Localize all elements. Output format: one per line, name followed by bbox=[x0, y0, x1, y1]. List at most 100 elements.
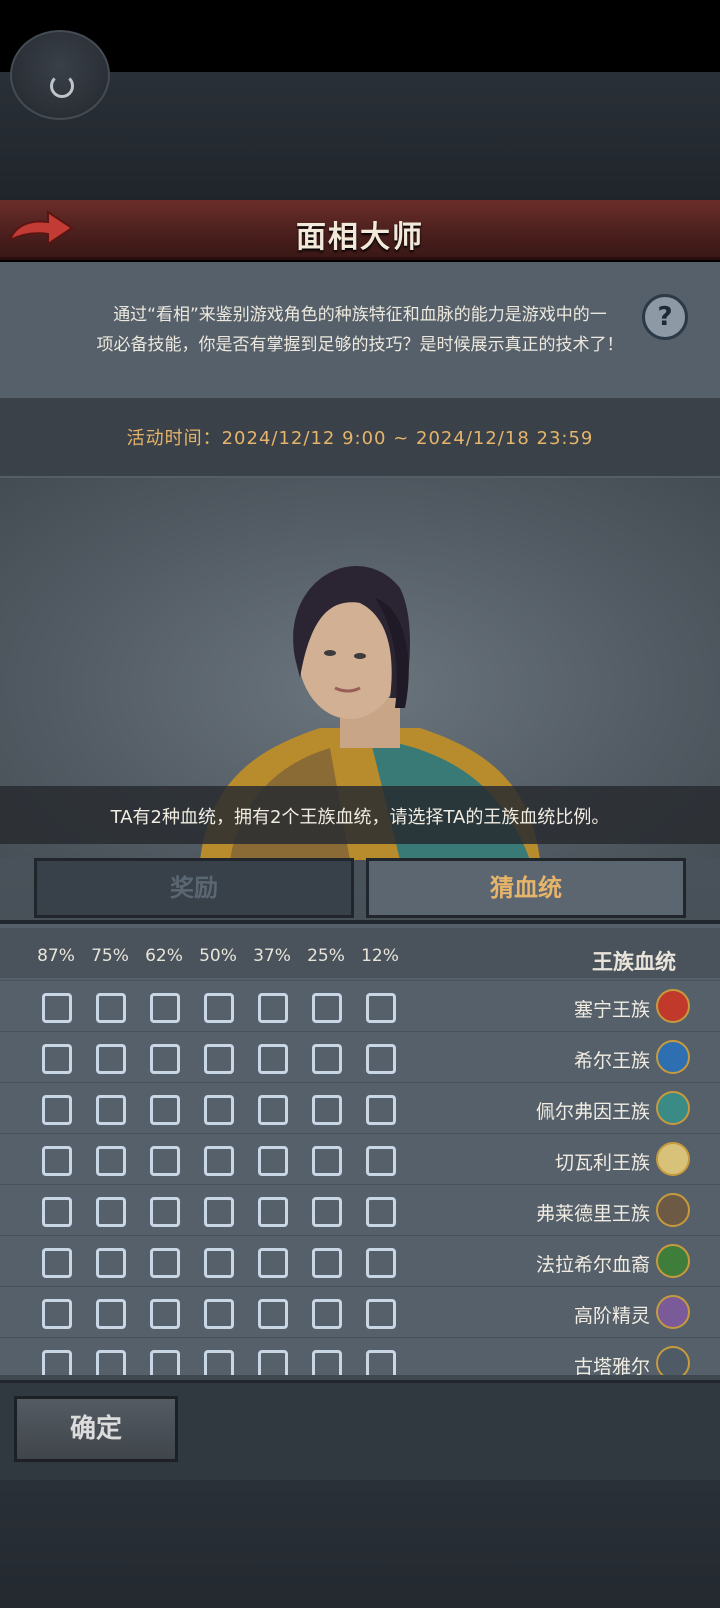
ratio-checkbox[interactable] bbox=[258, 993, 288, 1023]
ratio-checkbox[interactable] bbox=[42, 1248, 72, 1278]
intro-line-2: 项必备技能，你是否有掌握到足够的技巧？是时候展示真正的技术了！ bbox=[96, 335, 624, 355]
pct-header-75: 75% bbox=[91, 946, 129, 966]
status-bar bbox=[0, 0, 720, 72]
title-bar: 面相大师 bbox=[0, 200, 720, 260]
pct-header-50: 50% bbox=[199, 946, 237, 966]
ratio-checkbox[interactable] bbox=[258, 1044, 288, 1074]
ratio-checkbox[interactable] bbox=[258, 1299, 288, 1329]
pct-header-12: 12% bbox=[361, 946, 399, 966]
bloodline-name: 佩尔弗因王族 bbox=[535, 1101, 650, 1123]
corner-round-button[interactable] bbox=[10, 30, 110, 120]
intro-text: 通过“看相”来鉴别游戏角色的种族特征和血脉的能力是游戏中的一 项必备技能，你是否… bbox=[80, 300, 640, 360]
table-row: 塞宁王族 bbox=[0, 980, 720, 1032]
bloodline-name: 古塔雅尔 bbox=[573, 1356, 650, 1375]
tab-rewards[interactable]: 奖励 bbox=[34, 858, 354, 918]
table-row: 古塔雅尔 bbox=[0, 1337, 720, 1375]
bloodline-name: 高阶精灵 bbox=[573, 1305, 650, 1327]
ratio-checkbox[interactable] bbox=[96, 1146, 126, 1176]
bloodline-name: 弗莱德里王族 bbox=[535, 1203, 650, 1225]
ratio-checkbox[interactable] bbox=[204, 1248, 234, 1278]
ratio-checkbox[interactable] bbox=[96, 1350, 126, 1375]
ratio-checkbox[interactable] bbox=[150, 1197, 180, 1227]
ratio-checkbox[interactable] bbox=[42, 1146, 72, 1176]
grid-header: 87% 75% 62% 50% 37% 25% 12% 王族血统 bbox=[0, 928, 720, 978]
ratio-checkbox[interactable] bbox=[312, 993, 342, 1023]
ratio-checkbox[interactable] bbox=[366, 1197, 396, 1227]
ratio-checkbox[interactable] bbox=[312, 1299, 342, 1329]
menu-icon bbox=[50, 74, 74, 98]
ratio-checkbox[interactable] bbox=[42, 1350, 72, 1375]
ratio-checkbox[interactable] bbox=[366, 1248, 396, 1278]
ratio-checkbox[interactable] bbox=[204, 1350, 234, 1375]
pct-header-37: 37% bbox=[253, 946, 291, 966]
ratio-checkbox[interactable] bbox=[204, 1146, 234, 1176]
column-title: 王族血统 bbox=[592, 950, 676, 974]
ratio-checkbox[interactable] bbox=[150, 1095, 180, 1125]
ratio-checkbox[interactable] bbox=[204, 1299, 234, 1329]
ratio-checkbox[interactable] bbox=[96, 1197, 126, 1227]
ratio-checkbox[interactable] bbox=[204, 1095, 234, 1125]
bloodline-emblem-icon bbox=[656, 1193, 690, 1227]
ratio-checkbox[interactable] bbox=[366, 993, 396, 1023]
ratio-checkbox[interactable] bbox=[312, 1146, 342, 1176]
ratio-checkbox[interactable] bbox=[42, 1299, 72, 1329]
ratio-checkbox[interactable] bbox=[312, 1350, 342, 1375]
ratio-checkbox[interactable] bbox=[204, 1197, 234, 1227]
ratio-checkbox[interactable] bbox=[150, 1044, 180, 1074]
bloodline-emblem-icon bbox=[656, 1346, 690, 1375]
ratio-checkbox[interactable] bbox=[42, 1095, 72, 1125]
ratio-checkbox[interactable] bbox=[366, 1095, 396, 1125]
ratio-checkbox[interactable] bbox=[258, 1197, 288, 1227]
ratio-checkbox[interactable] bbox=[96, 1044, 126, 1074]
ratio-checkbox[interactable] bbox=[312, 1248, 342, 1278]
table-row: 切瓦利王族 bbox=[0, 1133, 720, 1185]
ratio-checkbox[interactable] bbox=[204, 1044, 234, 1074]
ratio-checkbox[interactable] bbox=[366, 1146, 396, 1176]
intro-line-1: 通过“看相”来鉴别游戏角色的种族特征和血脉的能力是游戏中的一 bbox=[113, 305, 607, 325]
bloodline-emblem-icon bbox=[656, 1142, 690, 1176]
tab-bar: 奖励 猜血统 bbox=[0, 858, 720, 918]
ratio-checkbox[interactable] bbox=[258, 1146, 288, 1176]
pct-header-25: 25% bbox=[307, 946, 345, 966]
ratio-checkbox[interactable] bbox=[258, 1095, 288, 1125]
ratio-checkbox[interactable] bbox=[258, 1248, 288, 1278]
ratio-checkbox[interactable] bbox=[96, 1095, 126, 1125]
ratio-checkbox[interactable] bbox=[150, 1299, 180, 1329]
ratio-checkbox[interactable] bbox=[96, 993, 126, 1023]
table-row: 希尔王族 bbox=[0, 1031, 720, 1083]
bloodline-grid: 87% 75% 62% 50% 37% 25% 12% 王族血统 塞宁王族希尔王… bbox=[0, 920, 720, 1375]
bloodline-name: 切瓦利王族 bbox=[554, 1152, 650, 1174]
table-row: 高阶精灵 bbox=[0, 1286, 720, 1338]
ratio-checkbox[interactable] bbox=[258, 1350, 288, 1375]
table-row: 弗莱德里王族 bbox=[0, 1184, 720, 1236]
tab-guess-bloodline[interactable]: 猜血统 bbox=[366, 858, 686, 918]
page-title: 面相大师 bbox=[296, 220, 424, 255]
ratio-checkbox[interactable] bbox=[42, 993, 72, 1023]
bloodline-name: 塞宁王族 bbox=[573, 999, 650, 1021]
ratio-checkbox[interactable] bbox=[312, 1095, 342, 1125]
ratio-checkbox[interactable] bbox=[150, 1248, 180, 1278]
bloodline-emblem-icon bbox=[656, 989, 690, 1023]
ratio-checkbox[interactable] bbox=[312, 1197, 342, 1227]
bloodline-emblem-icon bbox=[656, 1040, 690, 1074]
ratio-checkbox[interactable] bbox=[150, 993, 180, 1023]
pct-header-62: 62% bbox=[145, 946, 183, 966]
bottom-area bbox=[0, 1480, 720, 1608]
ratio-checkbox[interactable] bbox=[312, 1044, 342, 1074]
event-time-text: 活动时间：2024/12/12 9:00 ~ 2024/12/18 23:59 bbox=[126, 428, 594, 449]
ratio-checkbox[interactable] bbox=[366, 1299, 396, 1329]
bloodline-emblem-icon bbox=[656, 1244, 690, 1278]
confirm-button[interactable]: 确定 bbox=[14, 1396, 178, 1462]
ratio-checkbox[interactable] bbox=[96, 1248, 126, 1278]
ratio-checkbox[interactable] bbox=[150, 1350, 180, 1375]
ratio-checkbox[interactable] bbox=[366, 1044, 396, 1074]
ratio-checkbox[interactable] bbox=[42, 1044, 72, 1074]
ratio-checkbox[interactable] bbox=[96, 1299, 126, 1329]
ratio-checkbox[interactable] bbox=[150, 1146, 180, 1176]
bloodline-emblem-icon bbox=[656, 1091, 690, 1125]
ratio-checkbox[interactable] bbox=[204, 993, 234, 1023]
ratio-checkbox[interactable] bbox=[366, 1350, 396, 1375]
help-icon[interactable]: ? bbox=[642, 294, 688, 340]
bloodline-name: 法拉希尔血裔 bbox=[535, 1254, 650, 1276]
ratio-checkbox[interactable] bbox=[42, 1197, 72, 1227]
